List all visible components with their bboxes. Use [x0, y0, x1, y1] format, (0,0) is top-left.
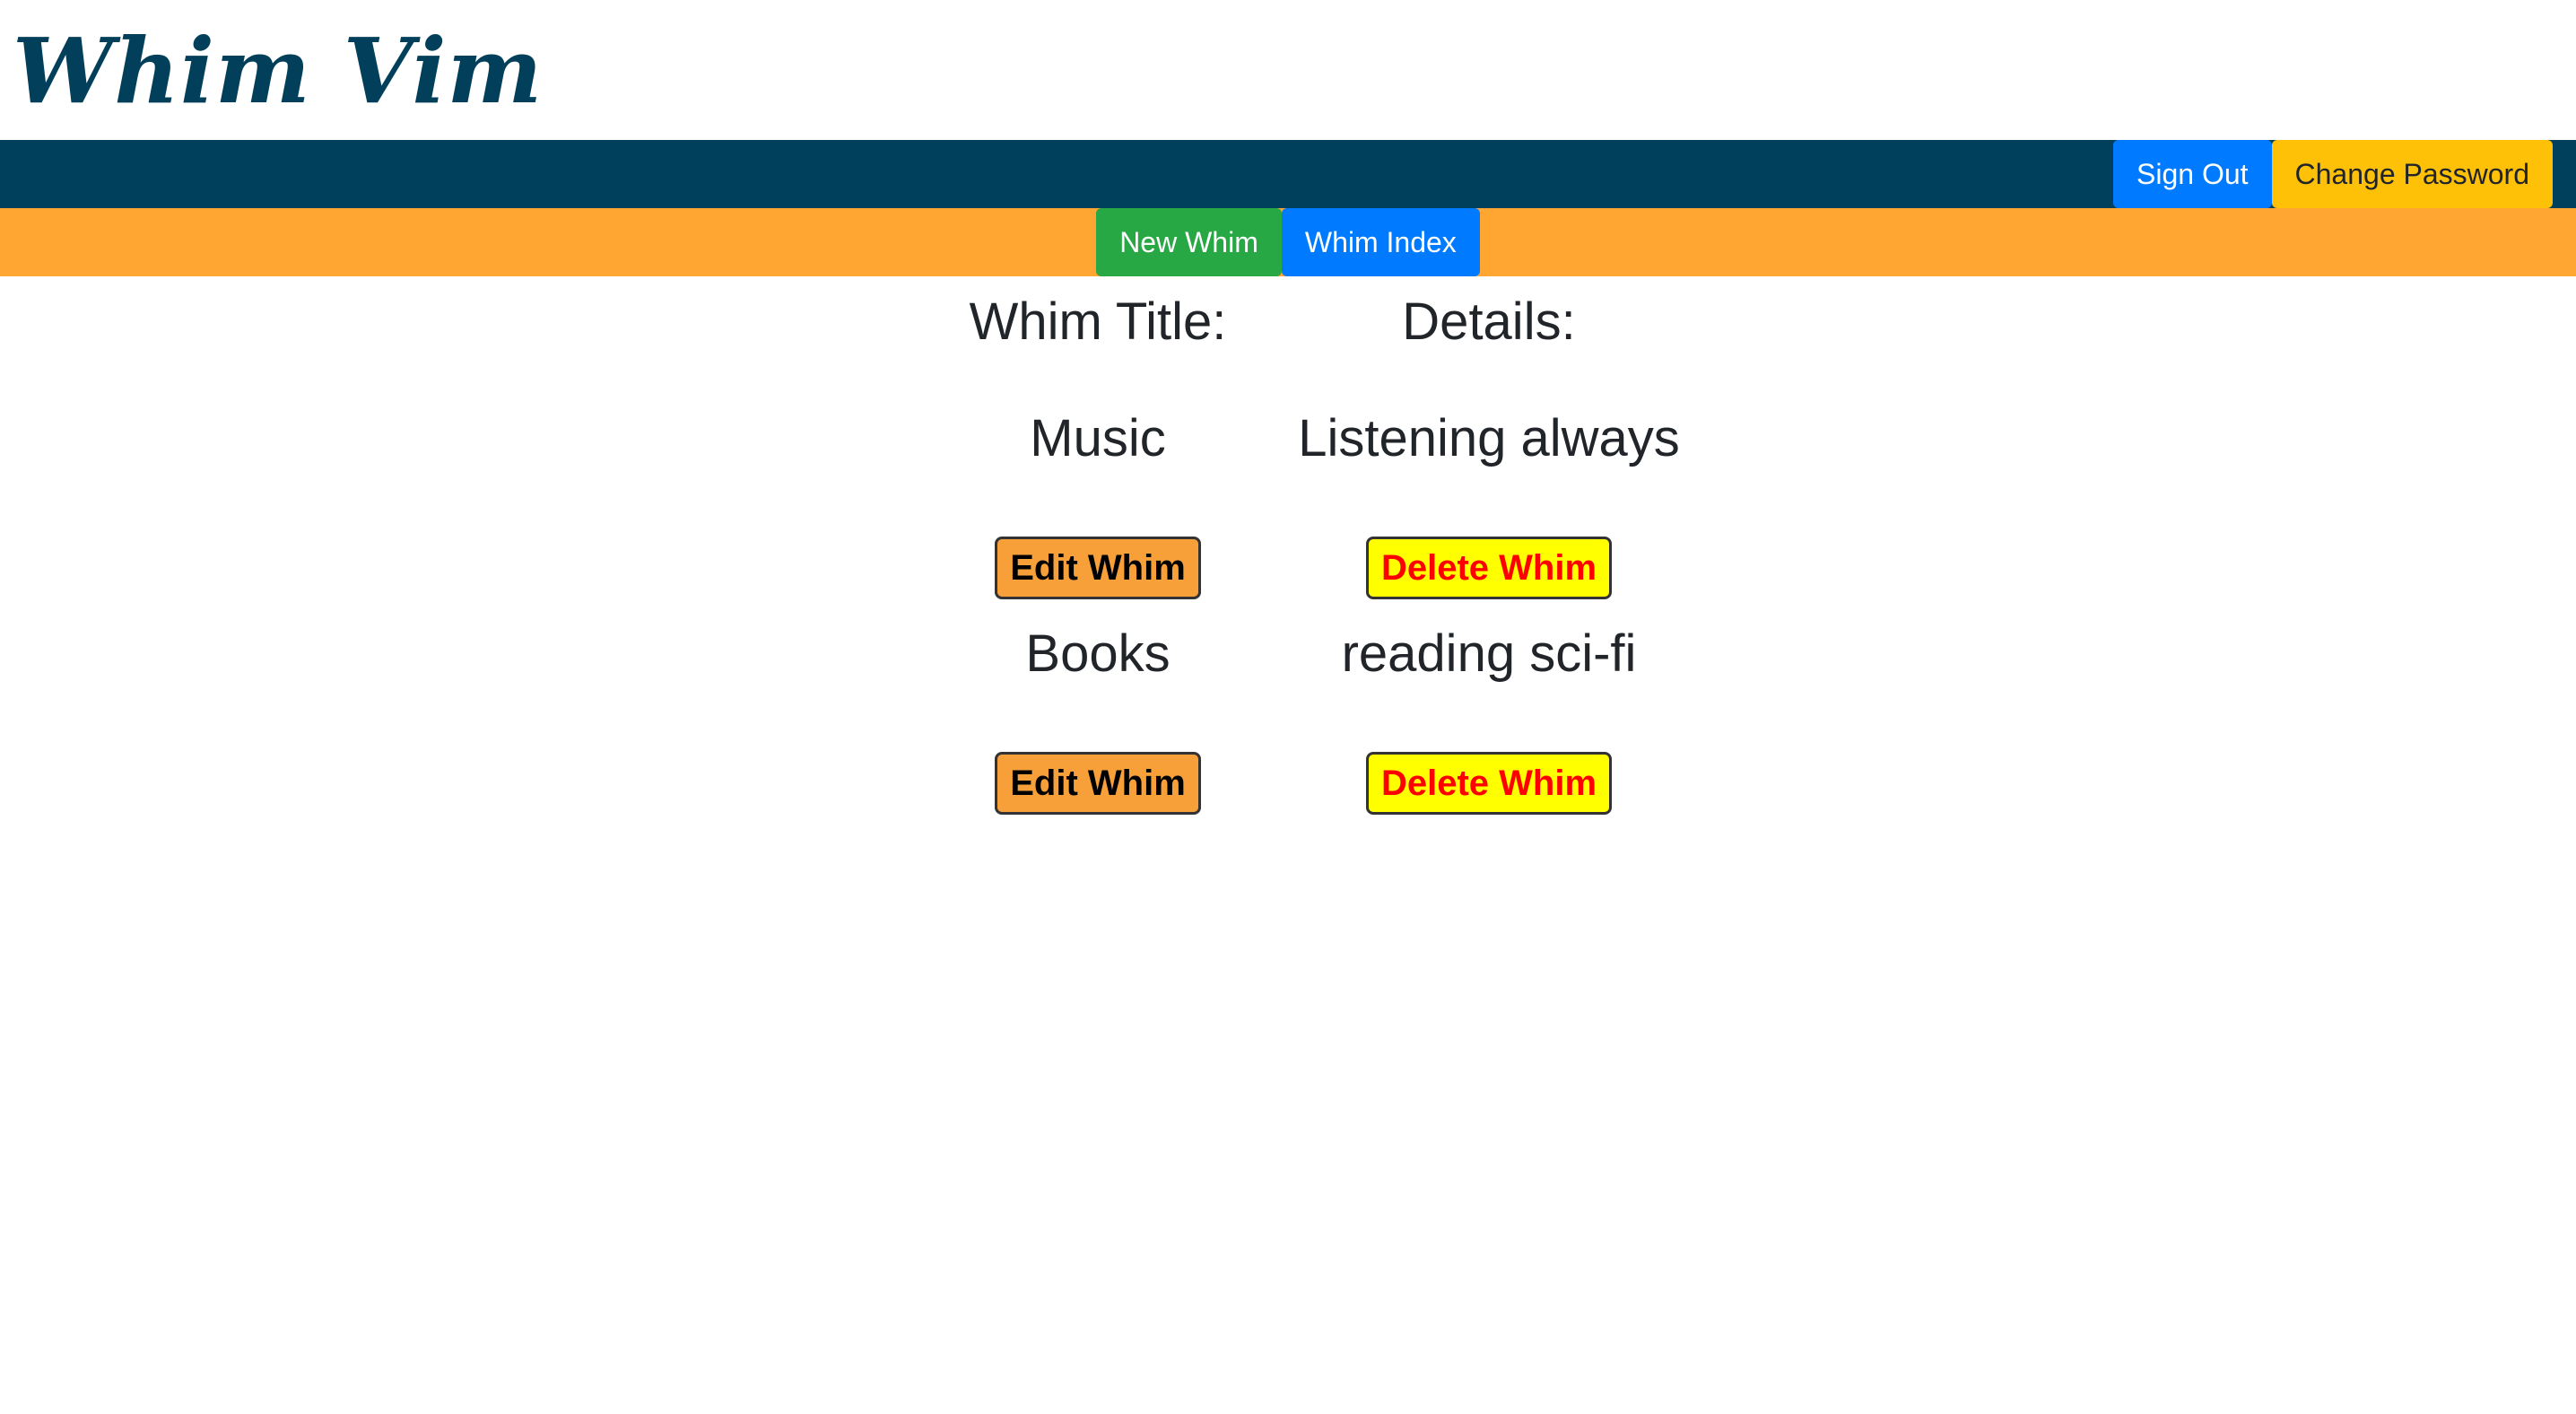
delete-whim-button[interactable]: Delete Whim: [1365, 752, 1613, 815]
whim-title: Books: [1025, 624, 1171, 683]
edit-whim-button[interactable]: Edit Whim: [995, 537, 1201, 599]
app-logo[interactable]: Whim Vim: [13, 4, 543, 138]
whim-title: Music: [1030, 409, 1166, 467]
whim-subnav: New Whim Whim Index: [0, 208, 2576, 276]
details-header: Details:: [1402, 292, 1576, 351]
delete-cell: Delete Whim: [1265, 752, 1713, 815]
top-navbar: Sign Out Change Password: [0, 140, 2576, 208]
header: Whim Vim: [0, 0, 2576, 140]
whim-list: Whim Title: Details: Music Listening alw…: [0, 276, 2576, 1414]
change-password-button[interactable]: Change Password: [2271, 140, 2553, 208]
delete-whim-button[interactable]: Delete Whim: [1365, 537, 1613, 599]
whim-index-button[interactable]: Whim Index: [1281, 208, 1480, 276]
new-whim-button[interactable]: New Whim: [1096, 208, 1282, 276]
edit-cell: Edit Whim: [963, 752, 1232, 815]
whim-title-header: Whim Title:: [969, 292, 1227, 351]
edit-cell: Edit Whim: [963, 537, 1232, 599]
edit-whim-button[interactable]: Edit Whim: [995, 752, 1201, 815]
sign-out-button[interactable]: Sign Out: [2113, 140, 2272, 208]
delete-cell: Delete Whim: [1265, 537, 1713, 599]
whim-details: Listening always: [1298, 409, 1680, 467]
whim-details: reading sci-fi: [1341, 624, 1637, 683]
navbar-actions: Sign Out Change Password: [2113, 140, 2553, 208]
